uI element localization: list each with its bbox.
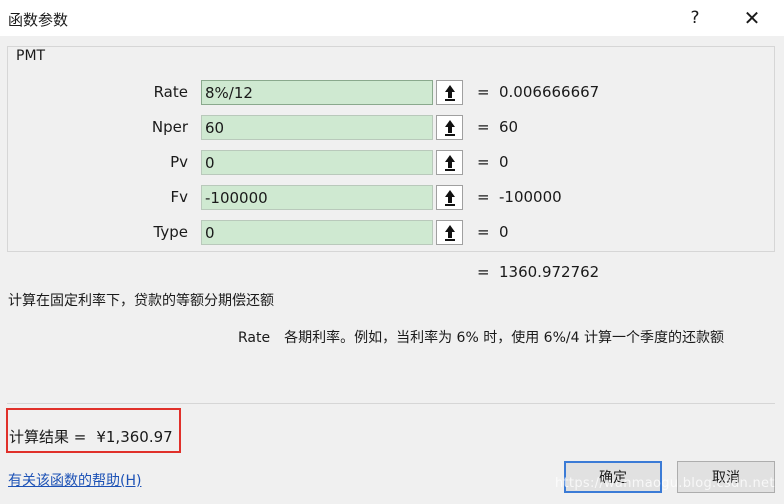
arg-result-nper: 60 <box>499 118 519 136</box>
collapse-button-rate[interactable] <box>436 80 463 105</box>
collapse-dialog-icon <box>444 224 455 241</box>
collapse-dialog-icon <box>444 84 455 101</box>
collapse-button-pv[interactable] <box>436 150 463 175</box>
function-help-link[interactable]: 有关该函数的帮助(H) <box>8 470 141 490</box>
collapse-dialog-icon <box>444 189 455 206</box>
collapse-button-nper[interactable] <box>436 115 463 140</box>
arg-label-rate: Rate <box>153 83 188 101</box>
arg-label-nper: Nper <box>151 118 188 136</box>
equals-sign: = <box>477 223 490 241</box>
argument-help-name: Rate <box>238 330 271 346</box>
nper-input[interactable] <box>201 115 433 140</box>
window-title: 函数参数 <box>8 11 69 29</box>
collapse-button-type[interactable] <box>436 220 463 245</box>
title-bar: 函数参数 ? ✕ <box>0 0 784 36</box>
help-button[interactable]: ? <box>683 6 707 30</box>
fv-input[interactable] <box>201 185 433 210</box>
type-input[interactable] <box>201 220 433 245</box>
arg-result-type: 0 <box>499 223 509 241</box>
equals-sign: = <box>477 188 490 206</box>
arg-label-fv: Fv <box>170 188 188 206</box>
equals-sign: = <box>477 83 490 101</box>
divider <box>7 403 775 404</box>
argument-help-text: 各期利率。例如，当利率为 6% 时，使用 6%/4 计算一个季度的还款额 <box>284 330 724 346</box>
arg-label-pv: Pv <box>170 153 188 171</box>
equals-sign: = <box>477 118 490 136</box>
rate-input[interactable] <box>201 80 433 105</box>
function-description: 计算在固定利率下，贷款的等额分期偿还额 <box>8 293 274 309</box>
collapse-dialog-icon <box>444 119 455 136</box>
arg-label-type: Type <box>153 223 188 241</box>
collapse-button-fv[interactable] <box>436 185 463 210</box>
equals-sign: = <box>477 263 490 281</box>
watermark: https://wanmaogu.blog.csdn.net <box>555 476 775 491</box>
arg-result-rate: 0.006666667 <box>499 83 600 101</box>
function-name-label: PMT <box>14 48 48 64</box>
collapse-dialog-icon <box>444 154 455 171</box>
pv-input[interactable] <box>201 150 433 175</box>
argument-help: Rate 各期利率。例如，当利率为 6% 时，使用 6%/4 计算一个季度的还款额 <box>238 327 724 347</box>
equals-sign: = <box>477 153 490 171</box>
arg-result-fv: -100000 <box>499 188 562 206</box>
close-button[interactable]: ✕ <box>740 6 764 30</box>
arg-result-pv: 0 <box>499 153 509 171</box>
formula-result: 1360.972762 <box>499 263 600 281</box>
highlight-box <box>6 408 181 453</box>
